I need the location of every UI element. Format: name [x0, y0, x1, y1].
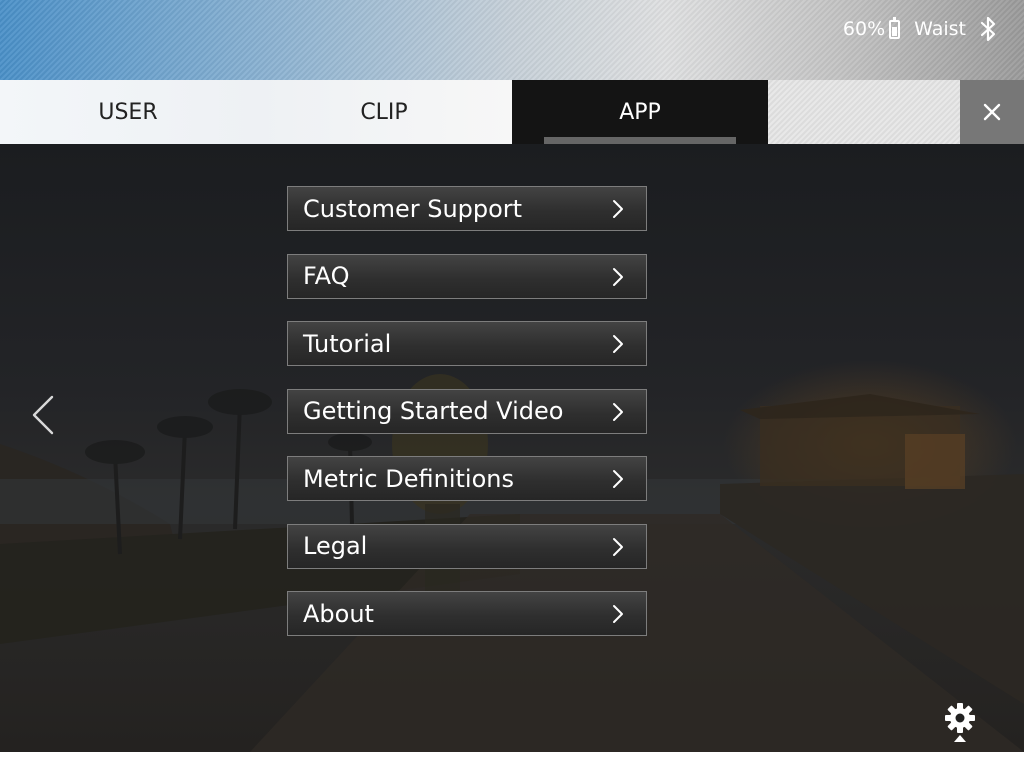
tab-app[interactable]: APP [512, 80, 768, 144]
settings-button[interactable] [944, 702, 976, 742]
tab-user[interactable]: USER [0, 80, 256, 144]
menu-item-getting-started-video[interactable]: Getting Started Video [287, 388, 647, 434]
chevron-right-icon [612, 199, 624, 219]
battery-icon [889, 16, 901, 39]
tab-user-label: USER [98, 99, 158, 125]
menu-item-customer-support[interactable]: Customer Support [287, 186, 647, 231]
close-icon [983, 103, 1001, 121]
menu-item-about[interactable]: About [287, 591, 647, 636]
active-tab-indicator [544, 137, 736, 144]
app-root: 60% Waist USER CLIP APP Customer Support… [0, 0, 1024, 768]
menu-item-faq[interactable]: FAQ [287, 253, 647, 299]
chevron-right-icon [612, 334, 624, 354]
menu-item-metric-definitions[interactable]: Metric Definitions [287, 456, 647, 501]
chevron-right-icon [612, 537, 624, 557]
gear-icon [945, 703, 975, 733]
clip-location: Waist [914, 18, 966, 40]
menu-item-label: Customer Support [303, 194, 523, 223]
tab-bar-spacer [768, 80, 960, 144]
tab-clip-label: CLIP [360, 99, 408, 125]
bottom-strip [0, 752, 1024, 768]
chevron-right-icon [612, 402, 624, 422]
menu-item-legal[interactable]: Legal [287, 523, 647, 569]
tab-bar: USER CLIP APP [0, 80, 1024, 144]
main-content: Customer Support FAQ Tutorial Getting St… [0, 144, 1024, 752]
close-button[interactable] [960, 80, 1024, 144]
menu-item-label: FAQ [303, 262, 350, 290]
menu-item-tutorial[interactable]: Tutorial [287, 321, 647, 366]
battery-percent: 60% [842, 18, 886, 40]
settings-pointer [954, 735, 966, 742]
battery-level-fill [892, 26, 898, 36]
menu-item-label: Tutorial [303, 329, 392, 358]
status-bar: 60% Waist [0, 0, 1024, 80]
status-group: 60% Waist [843, 14, 996, 44]
menu-item-label: Getting Started Video [303, 397, 564, 425]
chevron-right-icon [612, 469, 624, 489]
menu-item-label: Legal [303, 532, 368, 560]
tab-app-label: APP [619, 99, 661, 125]
bluetooth-icon [980, 16, 996, 42]
menu-item-label: About [303, 599, 374, 628]
chevron-right-icon [612, 604, 624, 624]
menu-item-label: Metric Definitions [303, 464, 514, 493]
app-menu-list: Customer Support FAQ Tutorial Getting St… [287, 186, 647, 659]
chevron-right-icon [612, 267, 624, 287]
tab-clip[interactable]: CLIP [256, 80, 512, 144]
chevron-left-icon [32, 395, 54, 435]
back-arrow-button[interactable] [28, 394, 60, 436]
